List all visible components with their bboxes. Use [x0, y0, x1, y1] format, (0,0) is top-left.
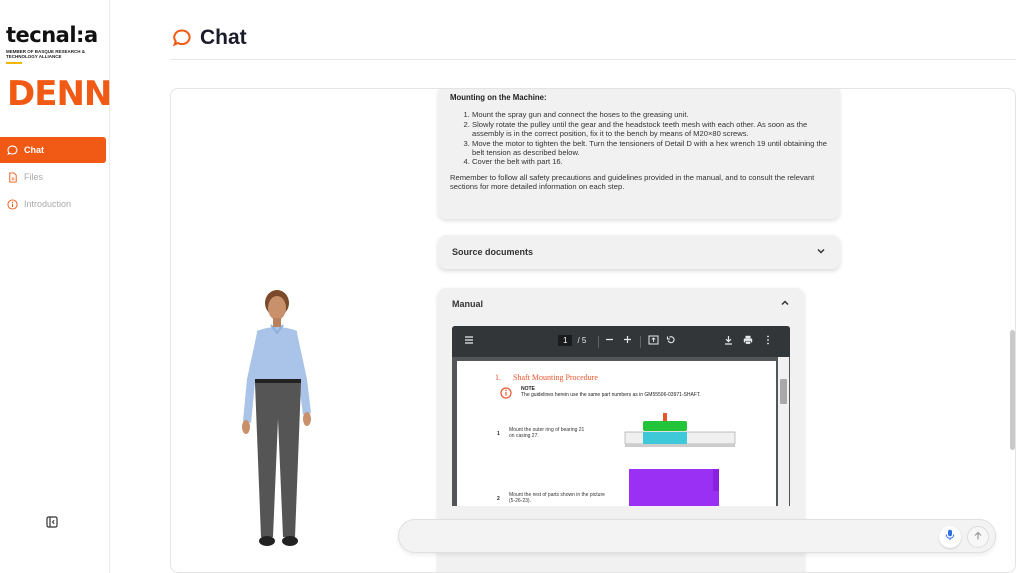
sidebar-collapse-icon[interactable]	[46, 515, 58, 528]
answer-step: Move the motor to tighten the belt. Turn…	[472, 139, 828, 158]
manual-toggle[interactable]: Manual	[438, 288, 804, 320]
manual-label: Manual	[452, 299, 484, 309]
info-icon	[7, 198, 18, 210]
chat-input[interactable]	[415, 528, 935, 546]
pdf-toolbar: 1 / 5	[452, 326, 790, 357]
zoom-out-icon[interactable]	[605, 335, 614, 344]
assistant-answer-card: Mounting on the Machine: Mount the spray…	[438, 89, 840, 219]
answer-heading: Mounting on the Machine:	[450, 93, 547, 102]
pdf-scrollbar-thumb[interactable]	[780, 379, 787, 404]
answer-steps-list: Mount the spray gun and connect the hose…	[462, 110, 828, 166]
source-documents-label: Source documents	[452, 247, 534, 257]
pdf-step-number: 2	[497, 496, 500, 502]
pdf-viewer: 1 / 5 1. Shaft Mounting Procedure NOTE T…	[452, 326, 790, 506]
menu-icon[interactable]	[464, 335, 474, 345]
file-icon	[7, 171, 18, 183]
chat-bubble-icon	[172, 28, 192, 53]
pdf-step-text: Mount the outer ring of bearing 21 on ca…	[509, 427, 585, 439]
zoom-in-icon[interactable]	[623, 335, 632, 344]
page-indicator: 1 / 5	[558, 335, 586, 346]
download-icon[interactable]	[724, 335, 733, 345]
source-documents-toggle[interactable]: Source documents	[438, 235, 840, 269]
answer-step: Cover the belt with part 16.	[472, 157, 828, 166]
page-total: / 5	[577, 336, 587, 345]
tecnalia-logo-subtitle: MEMBER OF BASQUE RESEARCH & TECHNOLOGY A…	[6, 49, 86, 59]
sidebar-item-files[interactable]: Files	[0, 164, 106, 190]
more-options-icon[interactable]	[766, 335, 770, 345]
sidebar-item-label: Chat	[24, 145, 44, 155]
sidebar-item-chat[interactable]: Chat	[0, 137, 106, 163]
chevron-up-icon	[780, 298, 790, 310]
toolbar-divider	[598, 336, 599, 348]
tecnalia-logo: tecnal:a	[6, 23, 98, 47]
chevron-down-icon	[816, 246, 826, 258]
sidebar-nav: Chat Files Introduction	[0, 137, 106, 218]
sidebar-item-label: Introduction	[24, 199, 72, 209]
rotate-icon[interactable]	[666, 335, 676, 345]
toolbar-divider	[640, 336, 641, 348]
send-button[interactable]	[967, 526, 989, 548]
answer-step: Mount the spray gun and connect the hose…	[472, 110, 828, 119]
pdf-step-number: 1	[497, 431, 500, 437]
sidebar-item-label: Files	[24, 172, 44, 182]
denn-logo: DENN	[7, 74, 112, 114]
parts-illustration	[629, 469, 719, 506]
pdf-step-text: Mount the rest of parts shown in the pic…	[509, 492, 605, 504]
pdf-section-title-text: Shaft Mounting Procedure	[513, 373, 598, 382]
assistant-avatar	[233, 289, 323, 556]
page-title: Chat	[200, 26, 247, 49]
microphone-icon	[945, 528, 955, 546]
chat-bubble-icon	[7, 145, 18, 156]
page-number-input[interactable]: 1	[558, 335, 573, 346]
pdf-note-text: The guidelines herein use the same part …	[521, 392, 701, 398]
chat-input-bar	[398, 519, 996, 553]
bearing-illustration	[624, 413, 736, 447]
arrow-up-icon	[973, 528, 983, 546]
page-header: Chat	[170, 20, 1016, 60]
answer-step: Slowly rotate the pulley until the gear …	[472, 120, 828, 139]
note-info-icon	[500, 386, 512, 404]
print-icon[interactable]	[743, 335, 753, 345]
pdf-page[interactable]: 1. Shaft Mounting Procedure NOTE The gui…	[457, 361, 776, 506]
logo-divider	[6, 62, 22, 64]
answer-closing: Remember to follow all safety precaution…	[450, 172, 815, 192]
chat-scrollbar[interactable]	[1010, 330, 1015, 450]
sidebar-item-introduction[interactable]: Introduction	[0, 191, 106, 217]
sidebar: tecnal:a MEMBER OF BASQUE RESEARCH & TEC…	[0, 0, 112, 573]
pdf-section-number: 1.	[495, 373, 501, 382]
fit-page-icon[interactable]	[648, 335, 659, 345]
pdf-scrollbar[interactable]	[778, 357, 789, 506]
microphone-button[interactable]	[939, 526, 961, 548]
pdf-section-title: 1. Shaft Mounting Procedure	[495, 373, 598, 382]
chat-panel: Mounting on the Machine: Mount the spray…	[170, 88, 1016, 573]
